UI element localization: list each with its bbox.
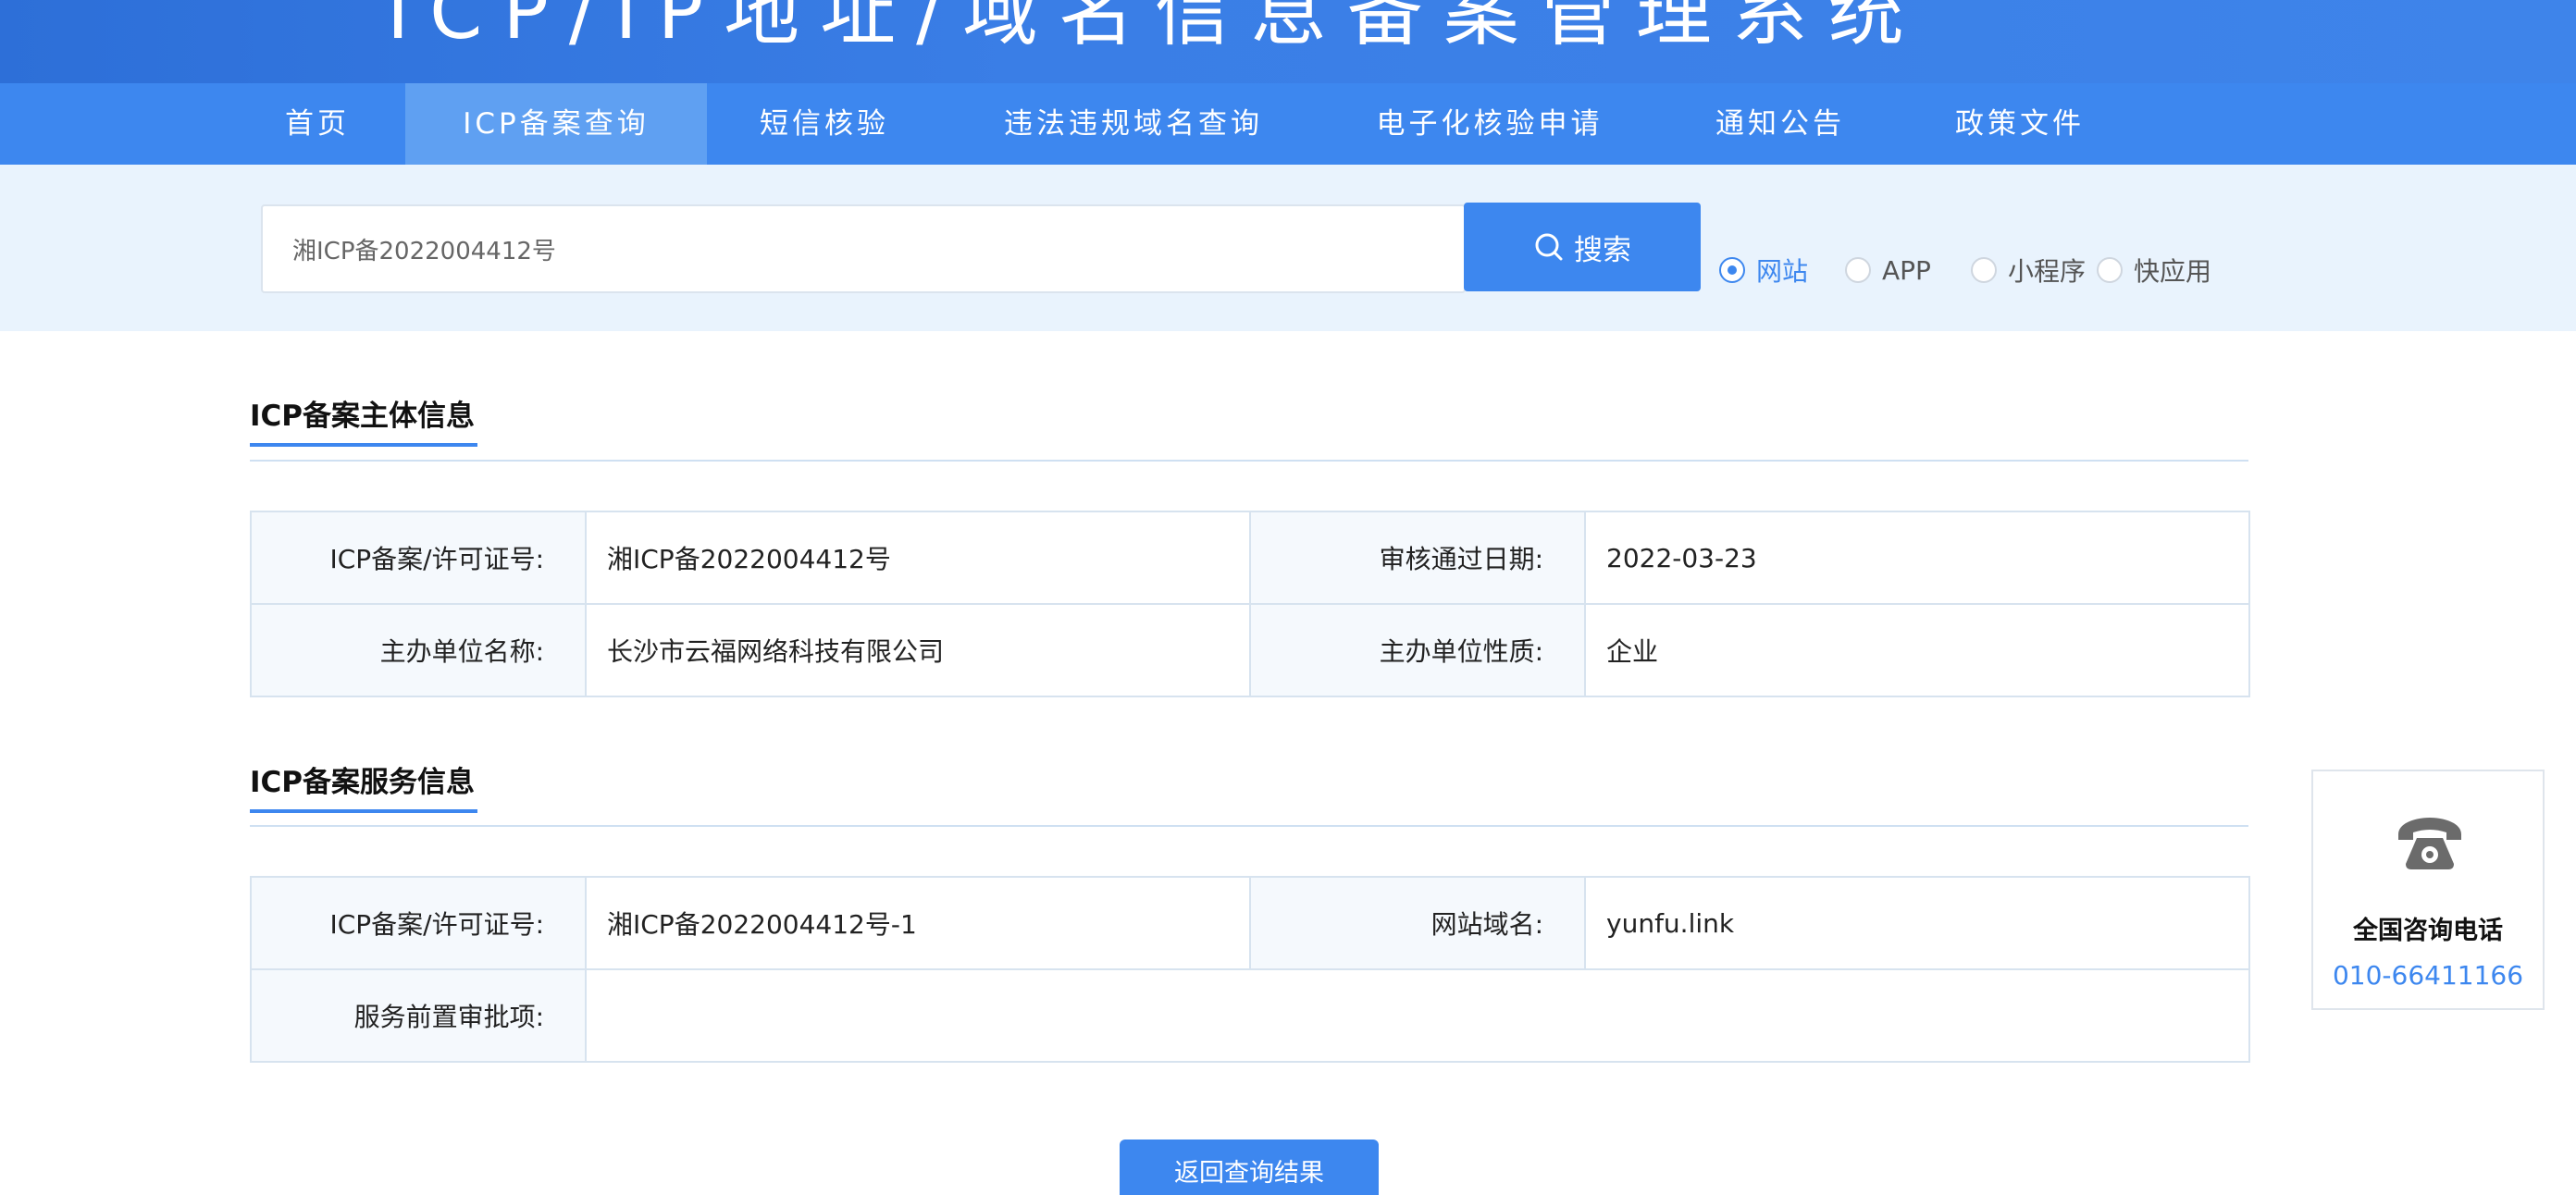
field-label: ICP备案/许可证号: <box>250 876 587 970</box>
radio-label: 网站 <box>1756 256 1809 287</box>
field-label: ICP备案/许可证号: <box>250 511 587 605</box>
field-label: 审核通过日期: <box>1249 511 1586 605</box>
section-divider <box>250 825 2248 827</box>
search-button[interactable]: 搜索 <box>1464 203 1701 291</box>
nav-item-icp-query[interactable]: ICP备案查询 <box>405 83 707 165</box>
field-label: 网站域名: <box>1249 876 1586 970</box>
radio-label: 小程序 <box>2008 256 2087 287</box>
radio-quick-app[interactable]: 快应用 <box>2097 252 2211 289</box>
radio-mini-program[interactable]: 小程序 <box>1971 252 2086 289</box>
field-value: 湘ICP备2022004412号-1 <box>585 876 1251 970</box>
radio-app[interactable]: APP <box>1845 252 1931 289</box>
radio-circle <box>1845 257 1871 283</box>
nav-item-policies[interactable]: 政策文件 <box>1934 83 2106 165</box>
service-info-title: ICP备案服务信息 <box>250 766 476 799</box>
field-label: 主办单位性质: <box>1249 603 1586 697</box>
nav-item-e-verify[interactable]: 电子化核验申请 <box>1360 83 1619 165</box>
consult-card: 全国咨询电话 010-66411166 <box>2311 770 2545 1010</box>
radio-circle <box>1719 257 1745 283</box>
consult-phone[interactable]: 010-66411166 <box>2313 960 2543 991</box>
field-label: 主办单位名称: <box>250 603 587 697</box>
radio-circle <box>2097 257 2123 283</box>
site-title: ICP/IP地址/域名信息备案管理系统 <box>387 0 1925 56</box>
nav-item-sms-verify[interactable]: 短信核验 <box>740 83 909 165</box>
table-row: ICP备案/许可证号: 湘ICP备2022004412号 审核通过日期: 202… <box>250 511 2250 605</box>
search-icon <box>1535 233 1563 261</box>
table-row: 主办单位名称: 长沙市云福网络科技有限公司 主办单位性质: 企业 <box>250 603 2250 697</box>
main-nav: 首页 ICP备案查询 短信核验 违法违规域名查询 电子化核验申请 通知公告 政策… <box>0 83 2576 165</box>
nav-item-home[interactable]: 首页 <box>250 83 385 165</box>
field-label: 服务前置审批项: <box>250 968 587 1063</box>
nav-item-notices[interactable]: 通知公告 <box>1693 83 1867 165</box>
field-value: 长沙市云福网络科技有限公司 <box>585 603 1251 697</box>
section-underline <box>250 809 477 813</box>
radio-label: APP <box>1882 254 1931 286</box>
consult-title: 全国咨询电话 <box>2353 917 2503 945</box>
search-input[interactable] <box>261 204 1466 293</box>
logo-icon <box>274 0 339 11</box>
section-divider <box>250 460 2248 462</box>
return-to-results-button[interactable]: 返回查询结果 <box>1120 1140 1379 1195</box>
table-row: ICP备案/许可证号: 湘ICP备2022004412号-1 网站域名: yun… <box>250 876 2250 970</box>
nav-item-illegal-domain[interactable]: 违法违规域名查询 <box>981 83 1286 165</box>
search-button-label: 搜索 <box>1574 233 1631 266</box>
section-underline <box>250 443 477 447</box>
field-value: 湘ICP备2022004412号 <box>585 511 1251 605</box>
field-value: 2022-03-23 <box>1584 511 2250 605</box>
service-info-table: ICP备案/许可证号: 湘ICP备2022004412号-1 网站域名: yun… <box>250 876 2250 1063</box>
field-value <box>585 968 2250 1063</box>
radio-label: 快应用 <box>2134 256 2212 287</box>
subject-info-title: ICP备案主体信息 <box>250 400 476 433</box>
table-row: 服务前置审批项: <box>250 968 2250 1063</box>
phone-icon <box>2398 818 2461 869</box>
field-value: yunfu.link <box>1584 876 2250 970</box>
subject-info-table: ICP备案/许可证号: 湘ICP备2022004412号 审核通过日期: 202… <box>250 511 2250 697</box>
radio-circle <box>1971 257 1997 283</box>
header-banner: ICP/IP地址/域名信息备案管理系统 <box>0 0 2576 83</box>
field-value: 企业 <box>1584 603 2250 697</box>
radio-website[interactable]: 网站 <box>1719 252 1808 289</box>
